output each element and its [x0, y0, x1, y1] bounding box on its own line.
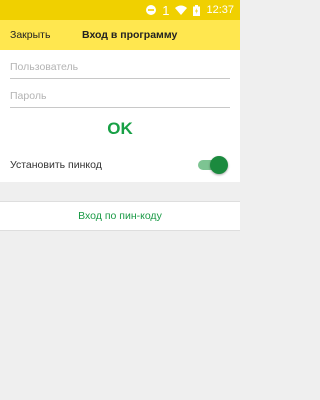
do-not-disturb-icon: [146, 5, 157, 15]
pin-login-button[interactable]: Вход по пин-коду: [0, 201, 240, 231]
status-bar: 1 12:37: [0, 0, 240, 20]
notification-count: 1: [162, 2, 170, 18]
password-field-container: [10, 85, 230, 108]
username-field[interactable]: [10, 61, 230, 73]
status-time: 12:37: [206, 4, 234, 16]
toolbar: Закрыть Вход в программу: [0, 20, 240, 50]
login-form: OK Установить пинкод: [0, 50, 240, 182]
toggle-thumb: [210, 156, 228, 174]
ok-button[interactable]: OK: [0, 114, 240, 144]
set-pin-label: Установить пинкод: [10, 159, 102, 171]
password-field[interactable]: [10, 90, 230, 102]
battery-icon: [193, 4, 201, 16]
set-pin-row: Установить пинкод: [0, 150, 240, 180]
set-pin-toggle[interactable]: [196, 155, 228, 175]
page-title: Вход в программу: [82, 29, 178, 41]
wifi-icon: [175, 5, 188, 15]
username-field-container: [10, 56, 230, 79]
close-button[interactable]: Закрыть: [0, 29, 72, 41]
